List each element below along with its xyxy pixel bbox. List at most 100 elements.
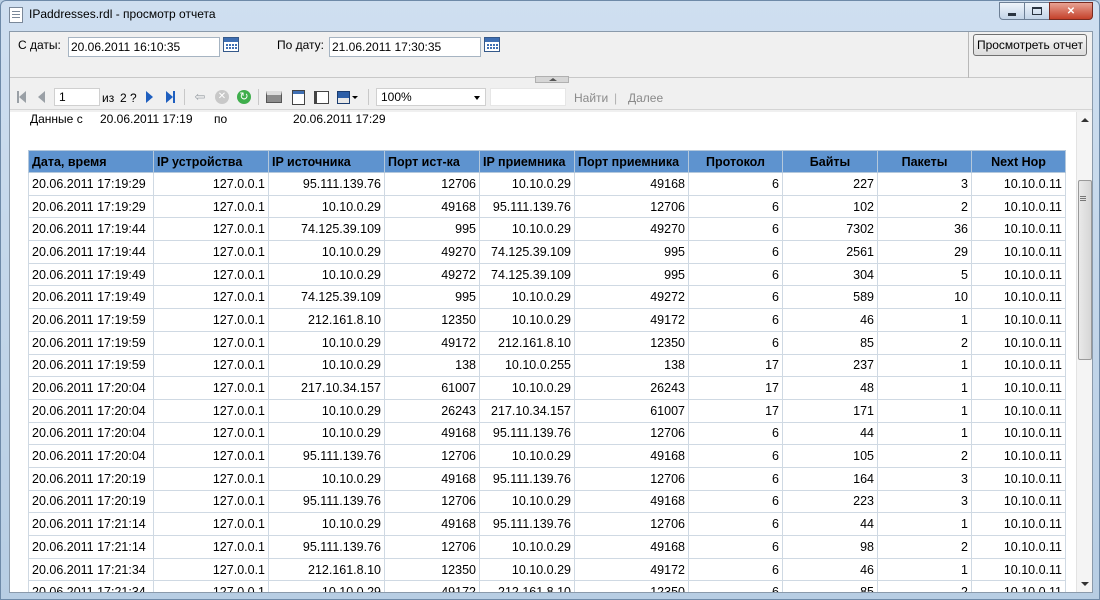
find-input[interactable] <box>490 88 566 106</box>
table-cell: 20.06.2011 17:19:44 <box>28 240 154 264</box>
table-cell: 102 <box>782 194 878 219</box>
stop-icon: ✕ <box>215 90 229 104</box>
save-icon <box>336 90 350 104</box>
table-row: 20.06.2011 17:19:59 127.0.0.1 212.161.8.10… <box>28 308 1066 332</box>
table-cell: 1 <box>877 398 972 423</box>
col-header-protocol[interactable]: Протокол <box>688 150 783 173</box>
table-row: 20.06.2011 17:21:34 127.0.0.1 212.161.8.10… <box>28 557 1066 582</box>
back-arrow-icon: ⇦ <box>194 89 206 104</box>
zoom-value: 100% <box>381 90 412 104</box>
table-cell: 44 <box>782 421 878 446</box>
table-cell: 10.10.0.29 <box>268 330 385 355</box>
scroll-down-arrow-icon[interactable] <box>1081 582 1089 586</box>
table-cell: 20.06.2011 17:19:49 <box>28 285 154 310</box>
col-header-dest-ip[interactable]: IP приемника <box>479 150 575 173</box>
params-divider <box>968 32 969 78</box>
table-cell: 1 <box>877 512 972 536</box>
table-cell: 127.0.0.1 <box>153 194 269 219</box>
table-cell: 20.06.2011 17:21:14 <box>28 512 154 536</box>
from-date-input[interactable] <box>68 37 220 57</box>
current-page-input[interactable] <box>54 88 100 106</box>
table-cell: 20.06.2011 17:19:49 <box>28 262 154 287</box>
table-cell: 20.06.2011 17:20:04 <box>28 398 154 423</box>
col-header-source-ip[interactable]: IP источника <box>268 150 385 173</box>
table-cell: 49168 <box>384 194 480 219</box>
table-row: 20.06.2011 17:21:14 127.0.0.1 95.111.139.7… <box>28 535 1066 559</box>
col-header-next-hop[interactable]: Next Hop <box>971 150 1066 173</box>
close-button[interactable]: ✕ <box>1049 2 1093 20</box>
from-calendar-icon[interactable] <box>223 37 239 52</box>
from-date-label: С даты: <box>18 38 61 52</box>
table-row: 20.06.2011 17:19:49 127.0.0.1 74.125.39.10… <box>28 285 1066 310</box>
table-row: 20.06.2011 17:21:34127.0.0.110.10.0.2949… <box>28 580 1066 592</box>
table-cell: 10.10.0.11 <box>971 580 1066 592</box>
table-cell: 46 <box>782 308 878 332</box>
col-header-bytes[interactable]: Байты <box>782 150 878 173</box>
table-cell: 12706 <box>574 466 689 491</box>
view-report-button[interactable]: Просмотреть отчет <box>973 34 1087 56</box>
table-cell: 10.10.0.255 <box>479 353 575 378</box>
table-cell: 6 <box>688 421 783 446</box>
find-link[interactable]: Найти <box>574 91 608 105</box>
table-cell: 49168 <box>574 535 689 559</box>
table-cell: 2 <box>877 580 972 592</box>
table-cell: 5 <box>877 262 972 287</box>
table-cell: 10.10.0.11 <box>971 376 1066 400</box>
table-cell: 10.10.0.29 <box>479 535 575 559</box>
table-cell: 20.06.2011 17:19:29 <box>28 172 154 196</box>
scroll-thumb[interactable] <box>1078 180 1092 360</box>
table-cell: 29 <box>877 240 972 264</box>
toolbar-separator <box>258 89 259 105</box>
table-cell: 589 <box>782 285 878 310</box>
back-button[interactable]: ⇦ <box>192 88 208 106</box>
table-cell: 85 <box>782 330 878 355</box>
col-header-source-port[interactable]: Порт ист-ка <box>384 150 480 173</box>
zoom-select[interactable]: 100% <box>376 88 486 106</box>
first-page-button[interactable] <box>14 88 28 106</box>
last-page-button[interactable] <box>163 88 177 106</box>
table-cell: 20.06.2011 17:21:34 <box>28 580 154 592</box>
next-page-button[interactable] <box>143 88 155 106</box>
col-header-device-ip[interactable]: IP устройства <box>153 150 269 173</box>
to-calendar-icon[interactable] <box>484 37 500 52</box>
maximize-button[interactable] <box>1024 2 1050 20</box>
collapse-params-handle[interactable] <box>535 76 569 83</box>
table-cell: 20.06.2011 17:20:04 <box>28 421 154 446</box>
print-layout-button[interactable] <box>289 88 307 106</box>
to-date-input[interactable] <box>329 37 481 57</box>
table-cell: 12706 <box>384 444 480 468</box>
prev-page-button[interactable] <box>35 88 47 106</box>
table-cell: 49272 <box>574 285 689 310</box>
table-cell: 95.111.139.76 <box>479 194 575 219</box>
table-cell: 6 <box>688 489 783 514</box>
table-cell: 10.10.0.29 <box>268 194 385 219</box>
vertical-scrollbar[interactable] <box>1076 112 1092 592</box>
refresh-button[interactable]: ↻ <box>236 88 252 106</box>
table-cell: 6 <box>688 444 783 468</box>
table-cell: 95.111.139.76 <box>479 512 575 536</box>
scroll-up-arrow-icon[interactable] <box>1081 118 1089 122</box>
page-setup-button[interactable] <box>312 88 330 106</box>
table-cell: 10.10.0.29 <box>479 217 575 242</box>
table-cell: 26243 <box>384 398 480 423</box>
table-cell: 10 <box>877 285 972 310</box>
table-cell: 10.10.0.29 <box>268 240 385 264</box>
table-cell: 74.125.39.109 <box>268 285 385 310</box>
find-next-link[interactable]: Далее <box>628 91 663 105</box>
export-button[interactable] <box>336 88 358 106</box>
table-cell: 20.06.2011 17:21:14 <box>28 535 154 559</box>
stop-button[interactable]: ✕ <box>214 88 230 106</box>
col-header-datetime[interactable]: Дата, время <box>28 150 154 173</box>
minimize-button[interactable] <box>999 2 1025 20</box>
table-cell: 49172 <box>384 580 480 592</box>
print-button[interactable] <box>265 88 283 106</box>
col-header-packets[interactable]: Пакеты <box>877 150 972 173</box>
table-cell: 12706 <box>574 512 689 536</box>
total-pages: 2 ? <box>120 91 137 105</box>
table-cell: 171 <box>782 398 878 423</box>
table-header-row: Дата, время IP устройства IP источника П… <box>28 150 1066 173</box>
table-cell: 12706 <box>574 421 689 446</box>
col-header-dest-port[interactable]: Порт приемника <box>574 150 689 173</box>
table-cell: 2 <box>877 444 972 468</box>
table-cell: 12706 <box>384 172 480 196</box>
